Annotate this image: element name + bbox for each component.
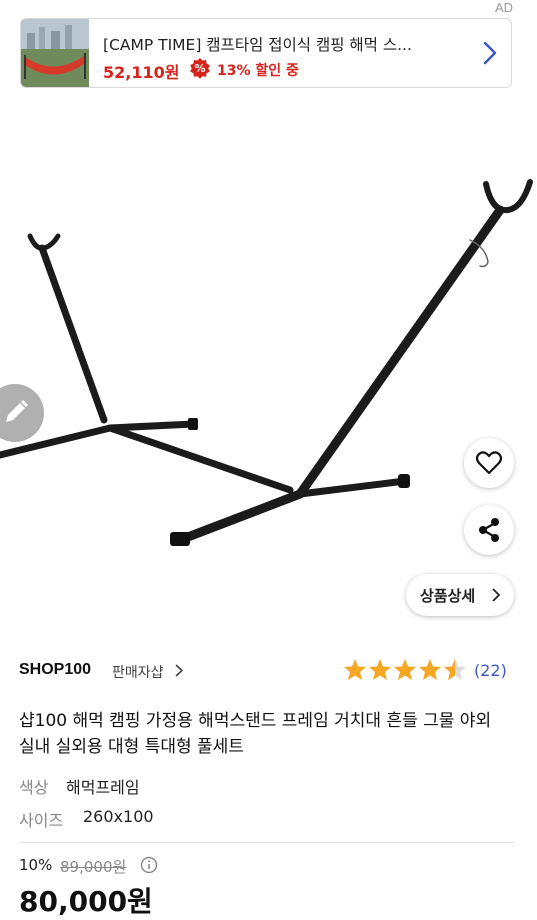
option-value-color: 해먹프레임 <box>66 778 140 797</box>
product-detail-button[interactable]: 상품상세 <box>406 574 514 616</box>
option-value-size: 260x100 <box>83 807 154 826</box>
wishlist-button[interactable] <box>464 438 514 488</box>
ad-price: 52,110원 <box>103 63 180 82</box>
option-label-color: 색상 <box>19 778 49 797</box>
star-icon <box>369 659 391 680</box>
share-button[interactable] <box>464 505 514 555</box>
chevron-right-icon <box>175 664 183 677</box>
ad-banner[interactable]: [CAMP TIME] 캠프타임 접이식 캠핑 해먹 스... 52,110원 … <box>20 18 512 88</box>
star-icon <box>394 659 416 680</box>
divider <box>19 842 515 843</box>
star-icon <box>419 659 441 680</box>
heart-icon <box>475 451 503 475</box>
chevron-right-icon <box>483 41 497 65</box>
ad-title: [CAMP TIME] 캠프타임 접이식 캠핑 해먹 스... <box>103 36 412 54</box>
info-icon[interactable] <box>140 856 158 874</box>
review-count[interactable]: (22) <box>474 661 507 680</box>
sale-price: 80,000원 <box>19 885 153 918</box>
original-price: 89,000원 <box>60 858 127 876</box>
product-detail-label: 상품상세 <box>420 587 476 605</box>
product-image[interactable] <box>0 170 537 560</box>
edit-button[interactable] <box>0 384 44 442</box>
shop-name[interactable]: SHOP100 <box>19 661 91 679</box>
pencil-icon <box>6 400 28 422</box>
chevron-right-icon <box>492 588 500 602</box>
star-half-icon <box>444 659 466 680</box>
ad-tag: AD <box>494 0 513 15</box>
ad-discount: 13% 할인 중 <box>217 63 299 79</box>
ad-thumbnail <box>21 19 89 87</box>
rating-stars <box>344 659 466 680</box>
seller-shop-link[interactable]: 판매자샵 <box>112 662 164 682</box>
product-title: 샵100 해먹 캠핑 가정용 해먹스탠드 프레임 거치대 흔들 그물 야외 실내… <box>19 711 492 757</box>
svg-text:%: % <box>194 62 205 75</box>
discount-rate: 10% <box>19 856 53 874</box>
discount-badge-icon: % <box>190 58 210 79</box>
share-icon <box>479 518 499 542</box>
option-label-size: 사이즈 <box>19 811 64 830</box>
star-icon <box>344 659 366 680</box>
